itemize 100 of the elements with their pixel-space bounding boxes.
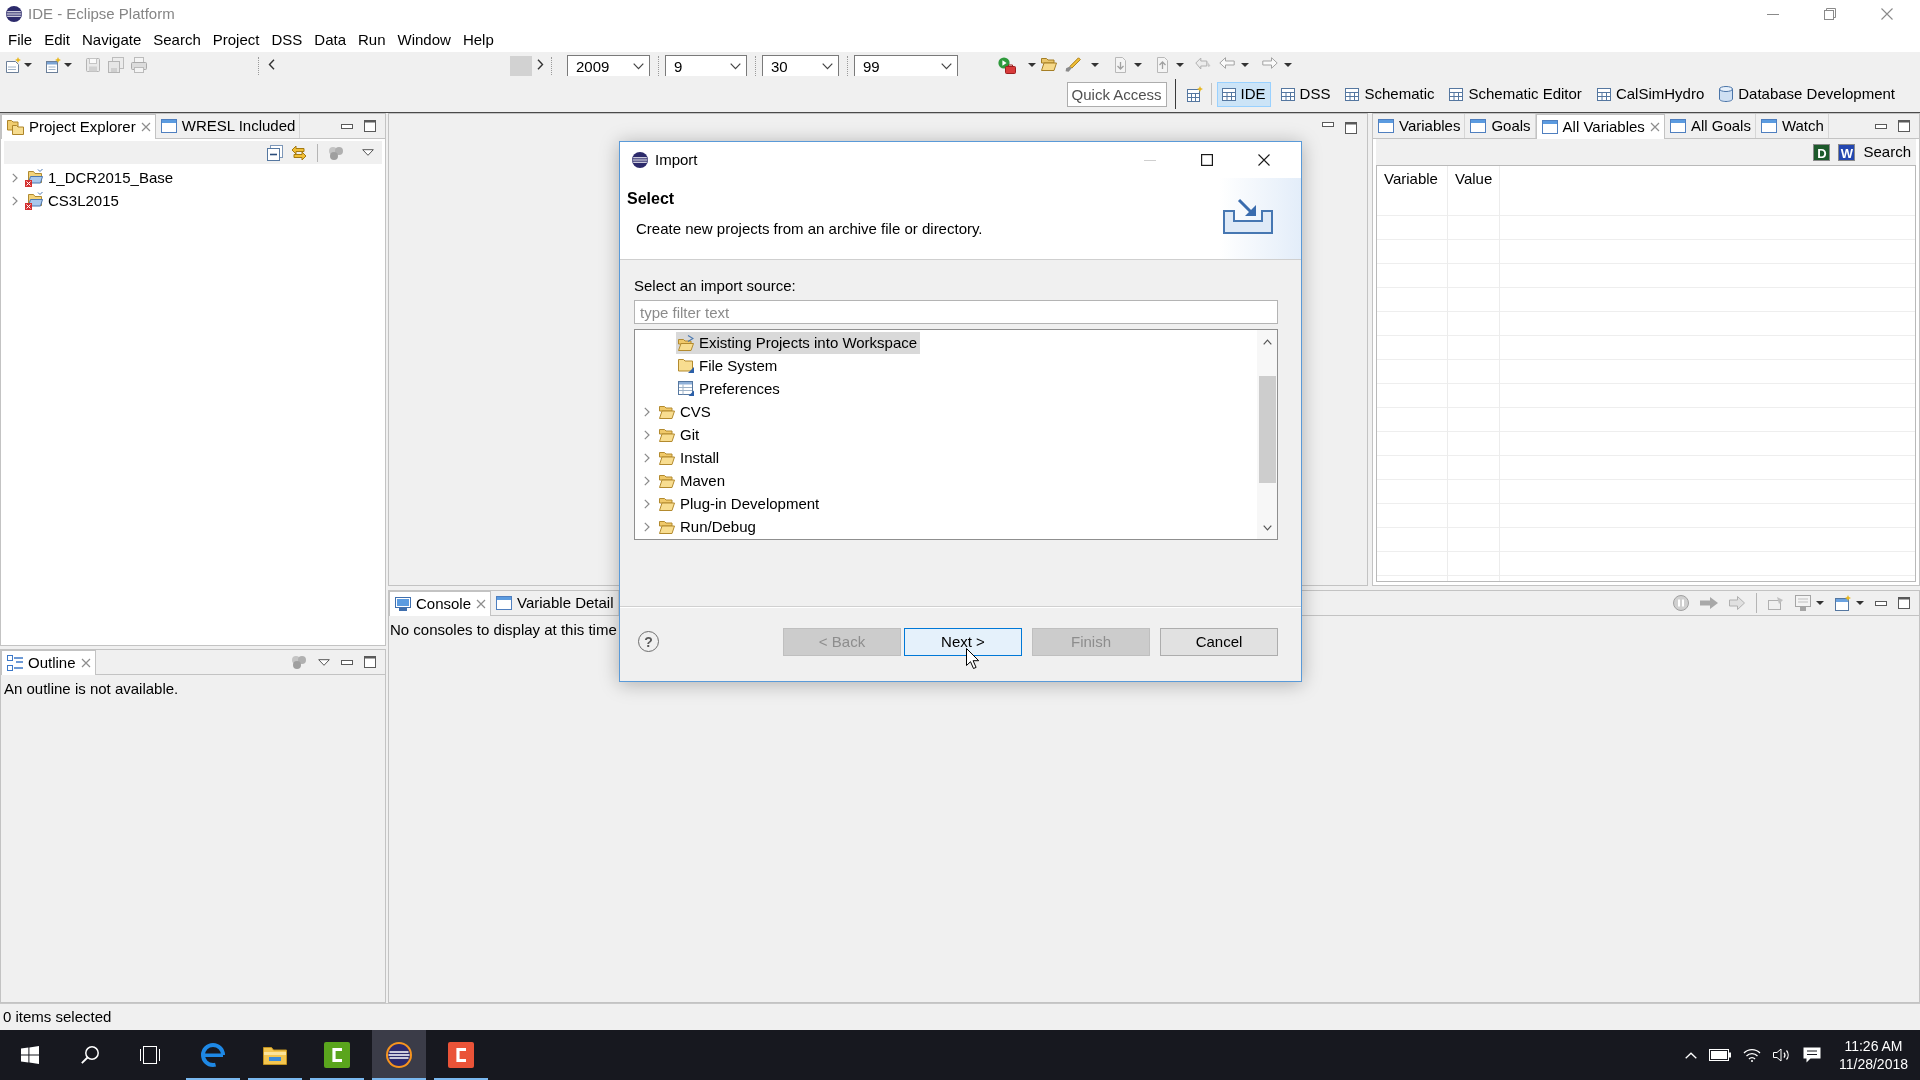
notification-icon[interactable] — [1802, 1047, 1821, 1063]
maximize-icon[interactable] — [364, 120, 376, 132]
view-tab[interactable]: Variables — [1373, 114, 1466, 138]
minimize-icon[interactable] — [1767, 13, 1779, 15]
tree-item[interactable]: File System — [676, 354, 781, 377]
scroll-thumb[interactable] — [1258, 376, 1276, 483]
task-view-icon[interactable] — [140, 1046, 160, 1064]
new-window-icon[interactable] — [1835, 595, 1851, 611]
view-tab[interactable]: Outline — [1, 650, 96, 675]
volume-icon[interactable] — [1772, 1048, 1791, 1062]
dialog-button[interactable]: Next > — [904, 628, 1022, 656]
pause-icon[interactable] — [1673, 595, 1689, 611]
menu-item[interactable]: Navigate — [76, 31, 148, 49]
chevron-left-icon[interactable] — [268, 59, 275, 70]
tree-item[interactable]: 1_DCR2015_Base — [23, 166, 177, 189]
tree-item[interactable]: Plug-in Development — [657, 492, 823, 515]
caret-icon[interactable] — [1134, 63, 1142, 67]
letter-button[interactable]: D — [1813, 143, 1831, 161]
menu-item[interactable]: File — [2, 31, 39, 49]
tree-item[interactable]: Maven — [657, 469, 729, 492]
chevron-right-icon[interactable] — [537, 59, 544, 70]
tree-item[interactable]: Run/Debug — [657, 515, 759, 538]
dropdown[interactable]: 2009 — [567, 55, 650, 76]
clock-date[interactable]: 11/28/2018 — [1838, 1055, 1908, 1073]
search-button[interactable]: Search — [1863, 143, 1911, 161]
perspective-button[interactable]: IDE — [1216, 81, 1271, 107]
open-folder-icon[interactable] — [1041, 57, 1057, 71]
view-tab[interactable]: Goals — [1465, 114, 1536, 138]
caret-icon[interactable] — [1284, 63, 1292, 67]
scrollbar[interactable] — [1257, 330, 1277, 539]
view-tab[interactable]: All Goals — [1664, 114, 1756, 138]
dropdown[interactable]: 30 — [762, 55, 839, 76]
tree-item[interactable]: Install — [657, 446, 723, 469]
collapse-all-icon[interactable] — [267, 144, 283, 161]
maximize-icon[interactable] — [364, 656, 376, 668]
dropdown[interactable]: 99 — [854, 55, 958, 76]
filter-field[interactable]: type filter text — [634, 300, 1278, 324]
taskbar-button[interactable] — [372, 1030, 426, 1080]
caret-icon[interactable] — [1176, 63, 1184, 67]
new-window-icon[interactable] — [45, 57, 61, 73]
chevron-up-icon[interactable] — [1262, 339, 1272, 345]
perspective-button[interactable]: DSS — [1275, 81, 1336, 107]
view-tab[interactable]: Variable Detail — [491, 591, 619, 615]
view-tab[interactable]: Console — [389, 591, 492, 616]
maximize-icon[interactable] — [1898, 597, 1910, 609]
menu-item[interactable]: Project — [206, 31, 266, 49]
perspective-button[interactable]: Database Development — [1714, 81, 1900, 107]
minimize-icon[interactable] — [1875, 600, 1887, 606]
caret-icon[interactable] — [1091, 63, 1099, 67]
view-tab[interactable]: WRESL Included — [155, 114, 301, 138]
menu-item[interactable]: Edit — [38, 31, 77, 49]
tree-item[interactable]: CS3L2015 — [23, 189, 122, 212]
view-tab[interactable]: All Variables — [1535, 114, 1665, 139]
minimize-icon[interactable] — [1322, 122, 1334, 127]
maximize-icon[interactable] — [1898, 120, 1910, 132]
battery-icon[interactable] — [1708, 1049, 1731, 1061]
search-icon[interactable] — [81, 1046, 99, 1064]
minimize-icon[interactable] — [1875, 123, 1887, 129]
minimize-icon[interactable] — [341, 123, 353, 129]
view-menu-icon[interactable] — [362, 149, 374, 156]
menu-item[interactable]: Run — [352, 31, 392, 49]
menu-item[interactable]: Help — [456, 31, 500, 49]
windows-logo-icon[interactable] — [21, 1046, 39, 1064]
view-tab[interactable]: Project Explorer — [1, 114, 156, 139]
view-tab[interactable]: Watch — [1755, 114, 1829, 138]
swap-arrows-icon[interactable] — [291, 144, 307, 161]
caret-icon[interactable] — [24, 63, 32, 67]
caret-icon[interactable] — [1028, 63, 1036, 67]
new-file-icon[interactable] — [5, 57, 21, 73]
caret-icon[interactable] — [64, 63, 72, 67]
tree-item[interactable]: Preferences — [676, 377, 783, 400]
chevron-down-icon[interactable] — [1262, 525, 1272, 531]
open-perspective-icon[interactable] — [1186, 86, 1203, 102]
caret-icon[interactable] — [1816, 601, 1824, 605]
brush-icon[interactable] — [1065, 57, 1081, 73]
run-icon[interactable] — [998, 57, 1016, 74]
perspective-button[interactable]: Schematic — [1340, 81, 1440, 107]
perspective-button[interactable]: Schematic Editor — [1444, 81, 1587, 107]
view-menu-icon[interactable] — [318, 658, 330, 666]
tree-item[interactable]: CVS — [657, 400, 714, 423]
perspective-button[interactable]: CalSimHydro — [1591, 81, 1710, 107]
minimize-icon[interactable] — [341, 659, 353, 665]
wifi-icon[interactable] — [1742, 1048, 1761, 1062]
menu-item[interactable]: Search — [147, 31, 207, 49]
maximize-icon[interactable] — [1345, 122, 1357, 134]
quick-access-field[interactable]: Quick Access — [1066, 81, 1167, 107]
tree-item[interactable]: Git — [657, 423, 703, 446]
menu-item[interactable]: Data — [308, 31, 352, 49]
letter-button[interactable]: W — [1838, 143, 1856, 161]
clock-time[interactable]: 11:26 AM — [1844, 1037, 1903, 1055]
dialog-button[interactable]: Cancel — [1160, 628, 1278, 656]
menu-item[interactable]: DSS — [265, 31, 309, 49]
close-icon[interactable] — [1258, 154, 1270, 166]
dropdown[interactable]: 9 — [665, 55, 747, 76]
menu-item[interactable]: Window — [391, 31, 457, 49]
restore-icon[interactable] — [1824, 8, 1836, 20]
caret-icon[interactable] — [1856, 601, 1864, 605]
caret-icon[interactable] — [1241, 63, 1249, 67]
tree-item[interactable]: Existing Projects into Workspace — [676, 331, 921, 354]
maximize-icon[interactable] — [1201, 154, 1213, 166]
